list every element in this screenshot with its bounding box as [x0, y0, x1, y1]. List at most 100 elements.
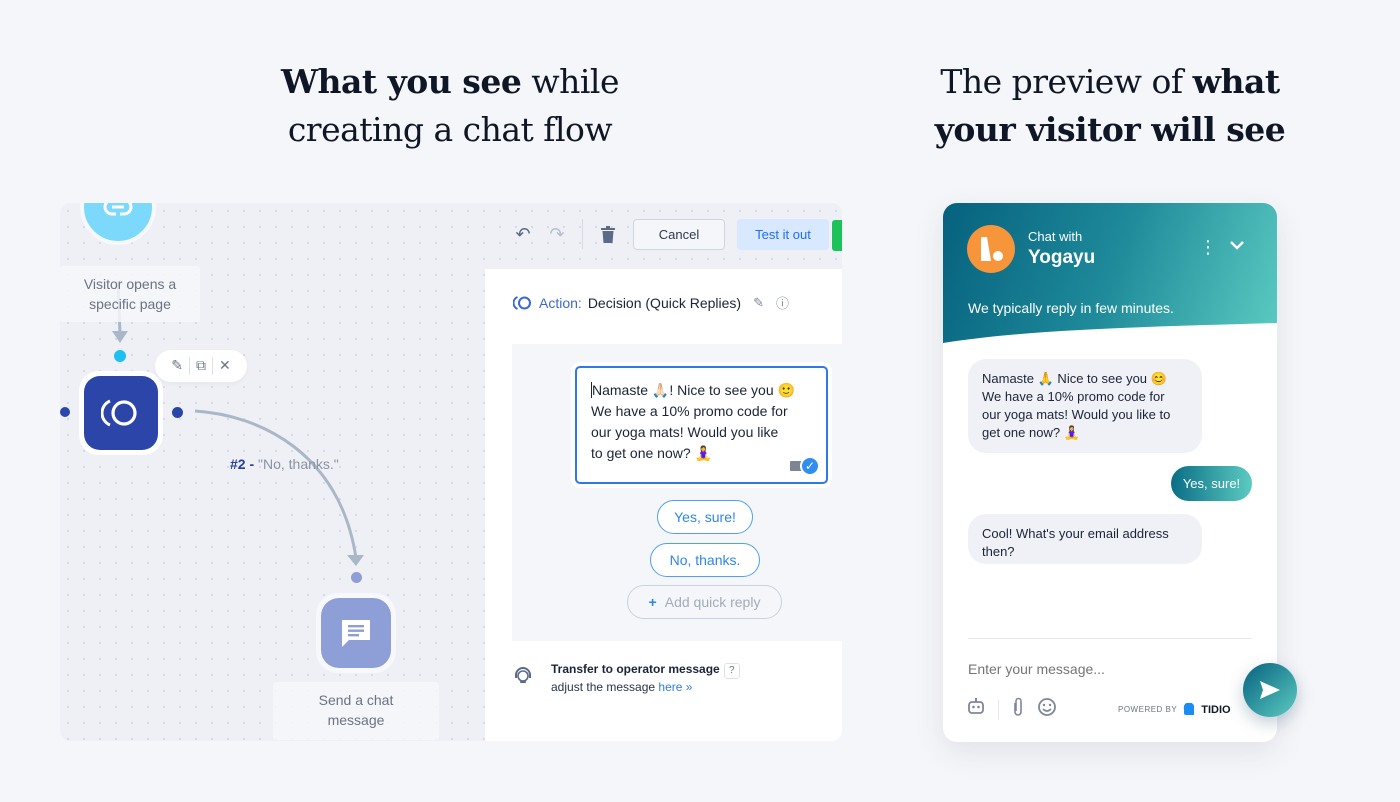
message-line: get one now? 🧘‍♀️: [982, 425, 1080, 440]
flow-builder-canvas[interactable]: Visitor opens a specific page ✎ ⧉ ✕ #2 -…: [60, 203, 842, 741]
trigger-node-label: Visitor opens a specific page: [60, 266, 200, 322]
message-line: Cool! What's your email address: [982, 526, 1169, 541]
message-input[interactable]: [968, 661, 1208, 677]
divider: [998, 699, 999, 720]
builder-toolbar: ↶ ↷ Cancel Test it out: [510, 217, 829, 251]
message-editor-area: Namaste 🙏🏻! Nice to see you 🙂 We have a …: [512, 344, 842, 641]
company-name: Yogayu: [1028, 247, 1096, 268]
adjust-message-link[interactable]: here »: [658, 680, 692, 694]
powered-by-tidio[interactable]: POWERED BY TIDIO: [1118, 703, 1231, 716]
quick-reply-no[interactable]: No, thanks.: [650, 543, 760, 577]
decision-node[interactable]: [79, 371, 163, 455]
cancel-button[interactable]: Cancel: [633, 218, 725, 250]
yogayu-logo-icon: [981, 237, 1003, 261]
transfer-operator-section: Transfer to operator message? adjust the…: [513, 661, 740, 696]
chat-with-label: Chat with: [1028, 229, 1083, 244]
visitor-message: Yes, sure!: [1171, 466, 1252, 501]
tidio-logo-icon: [1184, 703, 1195, 715]
message-line: to get one now? 🧘‍♀️: [591, 445, 712, 461]
node-toolbar: ✎ ⧉ ✕: [155, 350, 247, 382]
message-line: Namaste 🙏🏻! Nice to see you 🙂: [592, 382, 795, 398]
link-icon: [103, 203, 133, 217]
right-heading: The preview of what your visitor will se…: [900, 58, 1320, 154]
tidio-brand: TIDIO: [1201, 703, 1231, 716]
transfer-title: Transfer to operator message: [551, 662, 720, 676]
divider: [212, 357, 213, 375]
left-port[interactable]: [60, 407, 70, 417]
help-icon[interactable]: ?: [723, 663, 740, 679]
more-options-icon[interactable]: ⋮: [1199, 237, 1217, 258]
bot-message: Cool! What's your email address then?: [968, 514, 1202, 564]
bot-message: Namaste 🙏 Nice to see you 😊 We have a 10…: [968, 359, 1202, 453]
panel-title: Action: Decision (Quick Replies) ✎ ⓘ: [513, 293, 789, 312]
left-heading: What you see while creating a chat flow: [200, 58, 700, 154]
chat-widget-preview: Chat with Yogayu ⋮ We typically reply in…: [943, 203, 1277, 742]
message-line: then?: [982, 544, 1015, 559]
duplicate-icon[interactable]: ⧉: [196, 358, 206, 374]
send-icon: [1260, 681, 1280, 699]
edge-number: #2 -: [230, 456, 255, 472]
message-line: our yoga mats! Would you like to: [982, 407, 1171, 422]
company-avatar: [967, 225, 1015, 273]
trash-icon[interactable]: [595, 221, 621, 247]
edit-icon[interactable]: ✎: [171, 358, 183, 374]
editor-tools: ✓: [790, 456, 820, 476]
add-quick-reply-label: Add quick reply: [664, 594, 761, 610]
confirm-check-icon[interactable]: ✓: [800, 456, 820, 476]
attachment-icon[interactable]: [1011, 697, 1025, 722]
decision-icon: [101, 399, 137, 427]
left-heading-rest: while: [521, 62, 620, 101]
left-heading-bold: What you see: [280, 62, 522, 101]
powered-by-label: POWERED BY: [1118, 705, 1178, 714]
operator-headset-icon: [515, 667, 531, 683]
input-port[interactable]: [114, 350, 126, 362]
undo-icon[interactable]: ↶: [510, 221, 536, 247]
right-heading-bold1: what: [1192, 62, 1281, 101]
edit-icon[interactable]: ✎: [753, 295, 764, 311]
divider: [968, 638, 1252, 639]
send-input-port[interactable]: [351, 572, 362, 583]
transfer-text: adjust the message: [551, 680, 659, 694]
action-prefix: Action:: [539, 294, 582, 311]
reply-time-text: We typically reply in few minutes.: [968, 300, 1174, 316]
help-icon[interactable]: ⓘ: [776, 293, 789, 312]
send-button[interactable]: [1243, 663, 1297, 717]
message-text-editor[interactable]: Namaste 🙏🏻! Nice to see you 🙂 We have a …: [575, 366, 828, 484]
message-line: our yoga mats! Would you like: [591, 424, 779, 440]
connector-action-send: [194, 409, 358, 559]
bot-icon[interactable]: [966, 697, 986, 722]
label-line: specific page: [89, 296, 171, 312]
close-icon[interactable]: ✕: [219, 358, 231, 374]
add-quick-reply-button[interactable]: + Add quick reply: [627, 585, 782, 619]
send-message-node[interactable]: [316, 593, 396, 673]
quick-reply-yes[interactable]: Yes, sure!: [657, 500, 753, 534]
right-heading-bold2: your visitor will see: [934, 110, 1286, 149]
edge-text: "No, thanks.": [258, 456, 339, 472]
header-wave: [943, 323, 1277, 351]
divider: [189, 357, 190, 375]
chevron-down-icon[interactable]: [1229, 237, 1245, 257]
divider: [582, 219, 583, 249]
message-line: We have a 10% promo code for: [982, 389, 1165, 404]
label-line: Visitor opens a: [83, 276, 177, 292]
emoji-icon[interactable]: [1037, 697, 1057, 722]
left-heading-line2: creating a chat flow: [287, 110, 613, 149]
output-port[interactable]: [172, 407, 183, 418]
save-button[interactable]: [832, 220, 842, 251]
test-it-out-button[interactable]: Test it out: [737, 218, 829, 250]
right-heading-text: The preview of: [940, 62, 1193, 101]
plus-icon: +: [648, 594, 657, 610]
arrowhead-2: [347, 555, 364, 566]
redo-icon[interactable]: ↷: [544, 221, 570, 247]
arrowhead-1: [112, 331, 128, 343]
message-line: Namaste 🙏 Nice to see you 😊: [982, 371, 1167, 386]
label-line: Send a chat: [318, 692, 394, 708]
action-settings-panel: Action: Decision (Quick Replies) ✎ ⓘ Nam…: [485, 269, 842, 741]
chat-message-icon: [342, 620, 370, 647]
send-node-label: Send a chat message: [273, 682, 439, 740]
decision-icon: [513, 295, 531, 310]
label-line: message: [327, 712, 385, 728]
message-line: We have a 10% promo code for: [591, 403, 788, 419]
input-tools: [966, 697, 1057, 722]
action-value: Decision (Quick Replies): [587, 294, 742, 311]
